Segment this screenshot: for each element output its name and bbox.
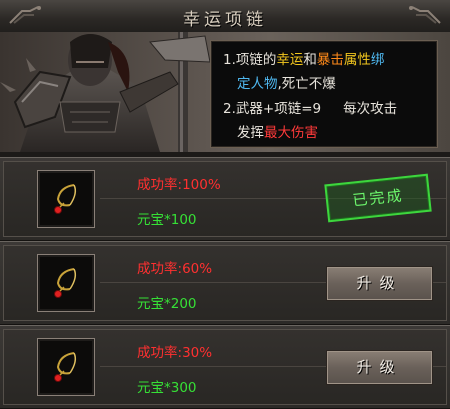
ingot-cost: 元宝*200 [137,292,197,312]
crit-text: 暴击 [316,52,344,68]
description-line-3: 2.武器+项链=9 每次攻击 [223,97,397,117]
necklace-icon [54,352,77,382]
description-text: 1.项链的 [223,52,277,68]
description-text: 发挥 [237,125,264,141]
upgrade-button[interactable]: 升级 [326,266,433,301]
cost-label: 元宝* [137,212,171,228]
success-rate: 成功率:30% [137,341,212,361]
page-title: 幸运项链 [183,10,267,30]
necklace-icon [54,184,77,214]
success-rate-value: 30% [182,345,213,361]
description-text: 2.武器+项链=9 [223,101,322,117]
ingot-cost: 元宝*300 [137,376,197,396]
cost-value: 300 [170,380,197,396]
success-rate: 成功率:60% [137,257,212,277]
description-text: 死亡不爆 [281,76,336,92]
upgrade-row: 成功率:30% 元宝*300 升级 [0,325,450,409]
necklace-upgrade-panel: 幸运项链 1.项链的幸运和暴击属性绑 定人物,死亡不爆 2.武器+项链=9 每次… [0,0,450,409]
title-bar: 幸运项链 [0,0,450,33]
description-line-2: 定人物,死亡不爆 [237,72,336,92]
item-slot[interactable] [37,338,95,396]
cost-label: 元宝* [137,380,171,396]
success-rate-value: 60% [182,261,213,277]
upgrade-row: 成功率:100% 元宝*100 已完成 [0,157,450,241]
success-rate: 成功率:100% [137,173,221,193]
success-rate-value: 100% [182,177,221,193]
upgrade-row: 成功率:60% 元宝*200 升级 [0,241,450,325]
ingot-cost: 元宝*100 [137,208,197,228]
necklace-icon [54,268,77,298]
attr-text: 属性 [343,52,371,68]
description-line-4: 发挥最大伤害 [237,121,318,141]
cost-value: 100 [170,212,197,228]
ornament-icon [409,6,441,24]
bind-text: 绑 [370,52,385,68]
cost-label: 元宝* [137,296,171,312]
cost-value: 200 [170,296,197,312]
description-box: 1.项链的幸运和暴击属性绑 定人物,死亡不爆 2.武器+项链=9 每次攻击 发挥最… [210,40,438,148]
success-rate-label: 成功率: [137,261,183,277]
description-text: 和 [303,52,317,68]
item-slot[interactable] [37,254,95,312]
hero-banner: 1.项链的幸运和暴击属性绑 定人物,死亡不爆 2.武器+项链=9 每次攻击 发挥最… [0,32,450,152]
description-text: 每次攻击 [343,101,398,117]
success-rate-label: 成功率: [137,345,183,361]
max-damage-text: 最大伤害 [264,125,318,141]
warrior-illustration [0,32,211,152]
success-rate-label: 成功率: [137,177,183,193]
luck-text: 幸运 [276,52,304,68]
upgrade-button[interactable]: 升级 [326,350,433,385]
bind-text: 定人物 [237,76,278,92]
description-line-1: 1.项链的幸运和暴击属性绑 [223,48,384,68]
item-slot[interactable] [37,170,95,228]
